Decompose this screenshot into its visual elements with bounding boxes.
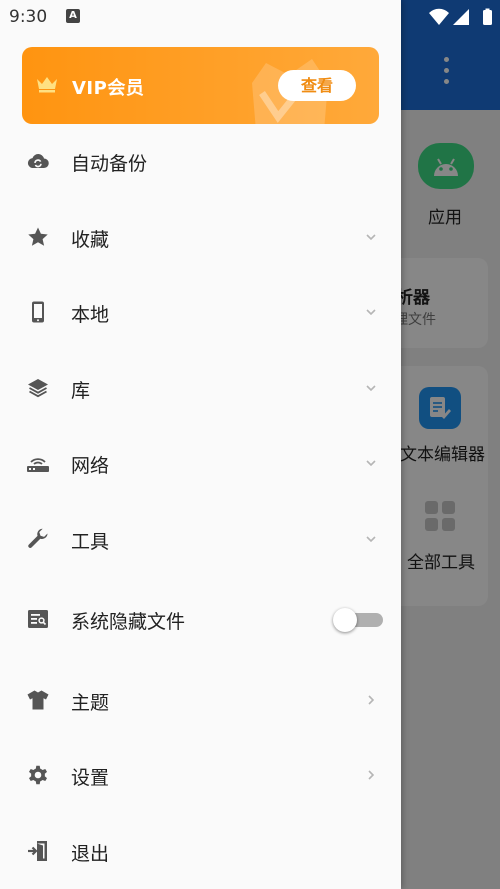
menu-label-auto-backup: 自动备份 — [71, 153, 148, 175]
gear-icon — [29, 765, 47, 785]
wifi-icon — [429, 8, 449, 25]
signal-icon — [453, 9, 469, 25]
menu-item-settings[interactable]: 设置 — [0, 745, 401, 805]
cloud-sync-icon — [27, 154, 49, 168]
hidden-files-icon — [28, 610, 48, 628]
menu-item-library[interactable]: 库 — [0, 358, 401, 418]
chevron-down-icon[interactable] — [364, 231, 378, 243]
menu-item-hidden-files[interactable]: 系统隐藏文件 — [0, 589, 401, 649]
menu-label-local: 本地 — [71, 304, 110, 326]
menu-label-theme: 主题 — [71, 692, 110, 714]
vip-banner[interactable]: VIP会员 查看 — [22, 47, 379, 124]
menu-item-favorites[interactable]: 收藏 — [0, 207, 401, 267]
menu-item-auto-backup[interactable]: 自动备份 — [0, 131, 401, 191]
battery-icon — [483, 10, 492, 25]
menu-item-theme[interactable]: 主题 — [0, 670, 401, 730]
chevron-down-icon[interactable] — [364, 306, 378, 318]
menu-label-library: 库 — [71, 380, 91, 402]
router-icon — [27, 458, 49, 472]
status-bar: 9:30 A — [0, 0, 500, 34]
chevron-down-icon[interactable] — [364, 382, 378, 394]
menu-label-tools: 工具 — [71, 531, 110, 553]
toggle-thumb — [333, 608, 357, 632]
menu-item-tools[interactable]: 工具 — [0, 509, 401, 569]
chevron-down-icon[interactable] — [364, 533, 378, 545]
exit-icon — [28, 841, 47, 861]
menu-item-exit[interactable]: 退出 — [0, 821, 401, 881]
menu-label-favorites: 收藏 — [71, 229, 110, 251]
menu-label-network: 网络 — [71, 455, 110, 477]
wrench-icon — [28, 528, 48, 548]
menu-item-local[interactable]: 本地 — [0, 282, 401, 342]
status-icons — [429, 8, 492, 25]
tshirt-icon — [27, 690, 49, 710]
chevron-right-icon[interactable] — [364, 694, 378, 706]
crown-icon — [37, 77, 57, 93]
notification-a-icon: A — [66, 9, 80, 23]
vip-title: VIP会员 — [72, 78, 145, 99]
navigation-drawer: VIP会员 查看 自动备份 收藏 本地 库 网络 工具 系统隐藏文件 主题 设置… — [0, 0, 401, 889]
layers-icon — [28, 379, 48, 398]
menu-label-exit: 退出 — [71, 843, 110, 865]
chevron-down-icon[interactable] — [364, 457, 378, 469]
menu-label-settings: 设置 — [71, 767, 110, 789]
vip-view-button[interactable]: 查看 — [278, 70, 356, 101]
status-time: 9:30 — [9, 7, 48, 27]
menu-label-hidden-files: 系统隐藏文件 — [71, 611, 186, 633]
menu-item-network[interactable]: 网络 — [0, 433, 401, 493]
star-icon — [28, 227, 48, 246]
phone-icon — [32, 301, 44, 323]
hidden-files-toggle[interactable] — [333, 608, 383, 632]
chevron-right-icon[interactable] — [364, 769, 378, 781]
